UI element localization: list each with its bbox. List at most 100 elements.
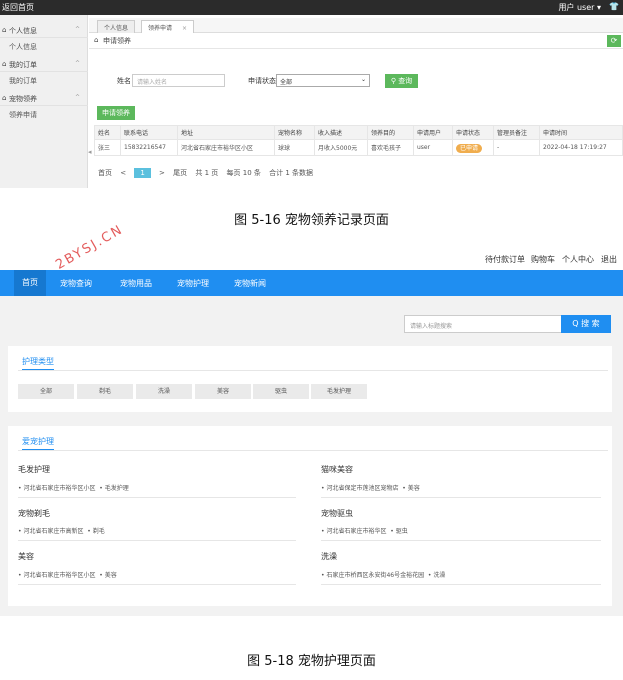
admin-topbar: 返回首页 用户 user ▾ 👕	[0, 0, 623, 15]
apply-adoption-button[interactable]: 申请领养	[97, 106, 135, 120]
sidebar-group-label: 个人信息	[9, 27, 37, 35]
cell-status: 已申请	[452, 139, 494, 156]
service-title[interactable]: 宠物剃毛	[18, 508, 50, 519]
service-title[interactable]: 宠物驱虫	[321, 508, 353, 519]
column-header[interactable]: 地址	[177, 125, 275, 140]
back-home-link[interactable]: 返回首页	[2, 2, 34, 13]
cell-pet-name: 球球	[274, 139, 315, 156]
service-meta: • 河北省保定市莲池区宠物店 • 美容	[321, 485, 420, 492]
divider	[321, 497, 601, 498]
collapse-arrow-icon[interactable]: ◂	[88, 148, 92, 156]
pagination: 首页 < 1 > 尾页 共 1 页 每页 10 条 合计 1 条数据	[98, 168, 319, 178]
nav-pet-supplies[interactable]: 宠物用品	[120, 278, 152, 289]
nav-pet-news[interactable]: 宠物新闻	[234, 278, 266, 289]
total-pages: 共 1 页	[195, 169, 219, 177]
type-fur-care[interactable]: 毛发护理	[311, 384, 367, 399]
tab-bar: 个人信息 领养申请 ×	[89, 18, 623, 33]
column-header[interactable]: 姓名	[94, 125, 121, 140]
nav-home[interactable]: 首页	[14, 270, 46, 296]
figure-caption-1: 图 5-16 宠物领养记录页面	[234, 213, 389, 228]
close-icon[interactable]: ×	[182, 25, 187, 32]
first-page-link[interactable]: 首页	[98, 168, 112, 178]
service-title[interactable]: 毛发护理	[18, 464, 50, 475]
pending-orders-link[interactable]: 待付款订单	[485, 254, 525, 265]
service-title[interactable]: 美容	[18, 551, 34, 562]
next-page-link[interactable]: >	[159, 169, 165, 177]
type-beauty[interactable]: 美容	[195, 384, 251, 399]
refresh-icon: ⟳	[610, 36, 618, 45]
type-all[interactable]: 全部	[18, 384, 74, 399]
column-header[interactable]: 收入描述	[314, 125, 368, 140]
service-type: 驱虫	[395, 528, 408, 535]
status-filter-select[interactable]: 全部 ⌄	[276, 74, 370, 87]
cell-income: 月收入5000元	[314, 139, 368, 156]
nav-pet-search[interactable]: 宠物查询	[60, 278, 92, 289]
divider	[18, 584, 296, 585]
lock-icon: ⌂	[2, 26, 7, 34]
nav-pet-care[interactable]: 宠物护理	[177, 278, 209, 289]
sidebar-item-orders[interactable]: 我的订单	[9, 76, 37, 86]
divider	[321, 584, 601, 585]
type-deworm[interactable]: 驱虫	[253, 384, 309, 399]
column-header[interactable]: 领养目的	[367, 125, 414, 140]
sidebar-item-profile[interactable]: 个人信息	[9, 42, 37, 52]
sidebar-group-orders[interactable]: ⌂ 我的订单 ^	[0, 57, 88, 72]
service-address: 河北省石家庄市裕华区	[326, 528, 387, 535]
table-row[interactable]: 张三 15832216547 河北省石家庄市裕华区小区 球球 月收入5000元 …	[94, 139, 623, 156]
column-header[interactable]: 管理员备注	[493, 125, 540, 140]
search-button[interactable]: ⚲ 查询	[385, 74, 418, 88]
service-meta: • 河北省石家庄市裕华区 • 驱虫	[321, 528, 408, 535]
type-shave[interactable]: 剃毛	[77, 384, 133, 399]
name-filter-input[interactable]: 请输入姓名	[132, 74, 225, 87]
care-list-title: 爱宠护理	[22, 436, 54, 451]
sidebar-group-label: 我的订单	[9, 61, 37, 69]
breadcrumb-label: 申请领养	[103, 37, 131, 45]
front-top-links: 待付款订单 购物车 个人中心 退出	[0, 250, 623, 268]
admin-sidebar: ⌂ 个人信息 ^ 个人信息 ⌂ 我的订单 ^ 我的订单 ⌂ 宠物领养 ^ 领养申…	[0, 15, 88, 188]
user-menu[interactable]: 用户 user ▾	[558, 2, 601, 13]
tab-profile[interactable]: 个人信息	[97, 20, 136, 33]
service-title[interactable]: 猫咪美容	[321, 464, 353, 475]
refresh-button[interactable]: ⟳	[607, 35, 621, 47]
divider	[18, 540, 296, 541]
service-title[interactable]: 洗澡	[321, 551, 337, 562]
column-header[interactable]: 申请状态	[452, 125, 494, 140]
column-header[interactable]: 宠物名称	[274, 125, 315, 140]
current-page[interactable]: 1	[134, 168, 151, 178]
sidebar-item-adoption-apply[interactable]: 领养申请	[9, 110, 37, 120]
user-center-link[interactable]: 个人中心	[562, 254, 594, 265]
search-icon: ⚲	[390, 77, 396, 85]
service-meta: • 石家庄市桥西区永安街46号金裕花园 • 洗澡	[321, 572, 446, 579]
sidebar-group-adoption[interactable]: ⌂ 宠物领养 ^	[0, 91, 88, 106]
shirt-icon[interactable]: 👕	[609, 2, 619, 11]
column-header[interactable]: 申请用户	[413, 125, 453, 140]
chevron-up-icon: ^	[74, 60, 80, 67]
type-bath[interactable]: 洗澡	[136, 384, 192, 399]
tab-label: 领养申请	[148, 25, 173, 32]
last-page-link[interactable]: 尾页	[173, 168, 187, 178]
title-search-input[interactable]: 请输入标题搜索	[404, 315, 562, 333]
chevron-down-icon: ⌄	[360, 76, 366, 83]
status-badge: 已申请	[456, 144, 483, 153]
sidebar-group-label: 宠物领养	[9, 95, 37, 103]
name-filter-label: 姓名	[117, 77, 131, 85]
sidebar-group-profile[interactable]: ⌂ 个人信息 ^	[0, 23, 88, 38]
service-meta: • 河北省石家庄市高新区 • 剃毛	[18, 528, 105, 535]
tab-adoption-apply[interactable]: 领养申请 ×	[141, 20, 194, 33]
cart-link[interactable]: 购物车	[531, 254, 555, 265]
divider	[321, 540, 601, 541]
divider	[18, 370, 608, 371]
cell-time: 2022-04-18 17:19:27	[539, 139, 623, 156]
adoption-table: 姓名 联系电话 地址 宠物名称 收入描述 领养目的 申请用户 申请状态 管理员备…	[94, 125, 623, 156]
search-button-label: 查询	[398, 77, 413, 85]
service-meta: • 河北省石家庄市裕华区小区 • 毛发护理	[18, 485, 129, 492]
service-type: 剃毛	[92, 528, 105, 535]
column-header[interactable]: 联系电话	[120, 125, 178, 140]
figure-caption-2: 图 5-18 宠物护理页面	[247, 654, 376, 669]
title-search-button[interactable]: Q 搜 索	[561, 315, 611, 333]
column-header[interactable]: 申请时间	[539, 125, 623, 140]
prev-page-link[interactable]: <	[120, 169, 126, 177]
cell-user: user	[413, 139, 453, 156]
service-address: 河北省石家庄市高新区	[23, 528, 84, 535]
logout-link[interactable]: 退出	[601, 254, 617, 265]
